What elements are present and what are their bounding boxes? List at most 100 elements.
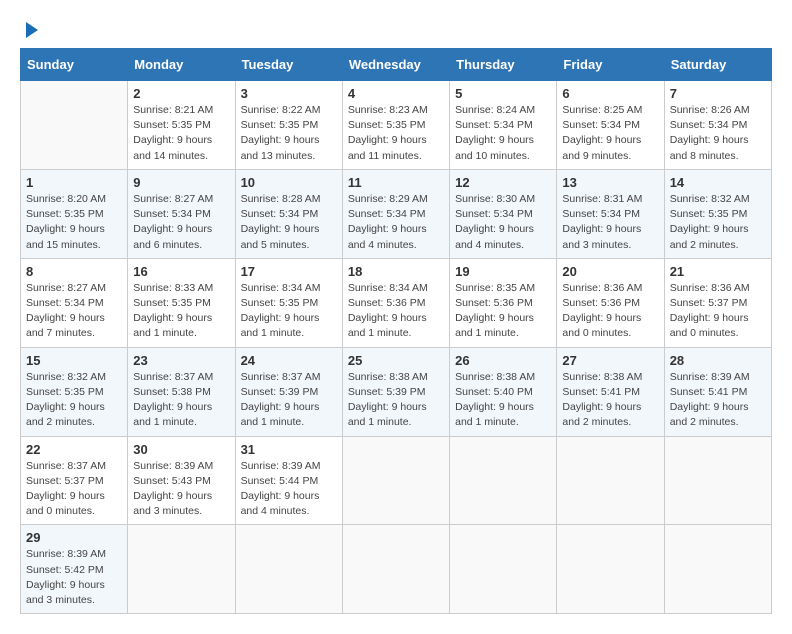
day-info: Sunrise: 8:25 AMSunset: 5:34 PMDaylight:… (562, 103, 658, 164)
day-number: 21 (670, 264, 766, 279)
day-number: 28 (670, 353, 766, 368)
day-number: 31 (241, 442, 337, 457)
day-info: Sunrise: 8:36 AMSunset: 5:37 PMDaylight:… (670, 281, 766, 342)
day-info: Sunrise: 8:36 AMSunset: 5:36 PMDaylight:… (562, 281, 658, 342)
day-info: Sunrise: 8:21 AMSunset: 5:35 PMDaylight:… (133, 103, 229, 164)
day-number: 5 (455, 86, 551, 101)
day-number: 15 (26, 353, 122, 368)
day-info: Sunrise: 8:38 AMSunset: 5:39 PMDaylight:… (348, 370, 444, 431)
calendar-cell: 12Sunrise: 8:30 AMSunset: 5:34 PMDayligh… (450, 169, 557, 258)
day-info: Sunrise: 8:37 AMSunset: 5:38 PMDaylight:… (133, 370, 229, 431)
day-number: 1 (26, 175, 122, 190)
day-number: 20 (562, 264, 658, 279)
calendar-cell: 2 Sunrise: 8:21 AMSunset: 5:35 PMDaylight… (128, 81, 235, 170)
calendar-header-row: SundayMondayTuesdayWednesdayThursdayFrid… (21, 49, 772, 81)
day-info: Sunrise: 8:22 AMSunset: 5:35 PMDaylight:… (241, 103, 337, 164)
calendar-cell: 20 Sunrise: 8:36 AMSunset: 5:36 PMDayligh… (557, 258, 664, 347)
day-number: 8 (26, 264, 122, 279)
day-number: 11 (348, 175, 444, 190)
calendar-week-5: 29 Sunrise: 8:39 AMSunset: 5:42 PMDayligh… (21, 525, 772, 614)
day-number: 26 (455, 353, 551, 368)
day-info: Sunrise: 8:37 AMSunset: 5:37 PMDaylight:… (26, 459, 122, 520)
day-number: 18 (348, 264, 444, 279)
calendar-cell (557, 436, 664, 525)
day-number: 2 (133, 86, 229, 101)
calendar-header-wednesday: Wednesday (342, 49, 449, 81)
calendar-cell (450, 525, 557, 614)
day-number: 23 (133, 353, 229, 368)
calendar-header-friday: Friday (557, 49, 664, 81)
calendar-week-0: 2 Sunrise: 8:21 AMSunset: 5:35 PMDaylight… (21, 81, 772, 170)
day-number: 27 (562, 353, 658, 368)
calendar-cell: 5Sunrise: 8:24 AMSunset: 5:34 PMDaylight… (450, 81, 557, 170)
day-info: Sunrise: 8:26 AMSunset: 5:34 PMDaylight:… (670, 103, 766, 164)
calendar-cell (342, 525, 449, 614)
day-number: 10 (241, 175, 337, 190)
calendar-week-1: 1 Sunrise: 8:20 AMSunset: 5:35 PMDaylight… (21, 169, 772, 258)
day-number: 9 (133, 175, 229, 190)
calendar-cell: 4 Sunrise: 8:23 AMSunset: 5:35 PMDaylight… (342, 81, 449, 170)
calendar-cell: 15 Sunrise: 8:32 AMSunset: 5:35 PMDayligh… (21, 347, 128, 436)
calendar-cell: 30Sunrise: 8:39 AMSunset: 5:43 PMDayligh… (128, 436, 235, 525)
day-number: 16 (133, 264, 229, 279)
day-info: Sunrise: 8:39 AMSunset: 5:44 PMDaylight:… (241, 459, 337, 520)
day-number: 19 (455, 264, 551, 279)
calendar-cell (450, 436, 557, 525)
day-number: 4 (348, 86, 444, 101)
day-info: Sunrise: 8:32 AMSunset: 5:35 PMDaylight:… (26, 370, 122, 431)
calendar-cell: 19 Sunrise: 8:35 AMSunset: 5:36 PMDayligh… (450, 258, 557, 347)
calendar-week-3: 15 Sunrise: 8:32 AMSunset: 5:35 PMDayligh… (21, 347, 772, 436)
calendar-header-saturday: Saturday (664, 49, 771, 81)
calendar-cell (557, 525, 664, 614)
day-number: 7 (670, 86, 766, 101)
day-info: Sunrise: 8:32 AMSunset: 5:35 PMDaylight:… (670, 192, 766, 253)
day-number: 13 (562, 175, 658, 190)
day-info: Sunrise: 8:39 AMSunset: 5:42 PMDaylight:… (26, 547, 122, 608)
calendar-cell: 7 Sunrise: 8:26 AMSunset: 5:34 PMDaylight… (664, 81, 771, 170)
day-number: 6 (562, 86, 658, 101)
calendar-cell: 25 Sunrise: 8:38 AMSunset: 5:39 PMDayligh… (342, 347, 449, 436)
calendar-cell: 11Sunrise: 8:29 AMSunset: 5:34 PMDayligh… (342, 169, 449, 258)
calendar-cell: 9 Sunrise: 8:27 AMSunset: 5:34 PMDaylight… (128, 169, 235, 258)
day-info: Sunrise: 8:39 AMSunset: 5:41 PMDaylight:… (670, 370, 766, 431)
calendar-cell: 24Sunrise: 8:37 AMSunset: 5:39 PMDayligh… (235, 347, 342, 436)
calendar-cell: 17Sunrise: 8:34 AMSunset: 5:35 PMDayligh… (235, 258, 342, 347)
calendar-cell: 1 Sunrise: 8:20 AMSunset: 5:35 PMDaylight… (21, 169, 128, 258)
calendar-cell (128, 525, 235, 614)
day-info: Sunrise: 8:28 AMSunset: 5:34 PMDaylight:… (241, 192, 337, 253)
day-info: Sunrise: 8:27 AMSunset: 5:34 PMDaylight:… (133, 192, 229, 253)
day-info: Sunrise: 8:27 AMSunset: 5:34 PMDaylight:… (26, 281, 122, 342)
day-info: Sunrise: 8:35 AMSunset: 5:36 PMDaylight:… (455, 281, 551, 342)
calendar-header-tuesday: Tuesday (235, 49, 342, 81)
calendar-cell: 8 Sunrise: 8:27 AMSunset: 5:34 PMDaylight… (21, 258, 128, 347)
day-info: Sunrise: 8:34 AMSunset: 5:36 PMDaylight:… (348, 281, 444, 342)
calendar-cell: 6 Sunrise: 8:25 AMSunset: 5:34 PMDaylight… (557, 81, 664, 170)
calendar-cell: 28 Sunrise: 8:39 AMSunset: 5:41 PMDayligh… (664, 347, 771, 436)
calendar-header-thursday: Thursday (450, 49, 557, 81)
calendar-cell: 14Sunrise: 8:32 AMSunset: 5:35 PMDayligh… (664, 169, 771, 258)
calendar-cell: 21 Sunrise: 8:36 AMSunset: 5:37 PMDayligh… (664, 258, 771, 347)
calendar-cell (342, 436, 449, 525)
calendar-week-2: 8 Sunrise: 8:27 AMSunset: 5:34 PMDaylight… (21, 258, 772, 347)
calendar-cell: 10 Sunrise: 8:28 AMSunset: 5:34 PMDayligh… (235, 169, 342, 258)
day-info: Sunrise: 8:33 AMSunset: 5:35 PMDaylight:… (133, 281, 229, 342)
calendar-cell: 29 Sunrise: 8:39 AMSunset: 5:42 PMDayligh… (21, 525, 128, 614)
day-info: Sunrise: 8:38 AMSunset: 5:41 PMDaylight:… (562, 370, 658, 431)
day-number: 12 (455, 175, 551, 190)
day-info: Sunrise: 8:20 AMSunset: 5:35 PMDaylight:… (26, 192, 122, 253)
calendar-cell (21, 81, 128, 170)
calendar-cell (664, 525, 771, 614)
calendar-cell: 16 Sunrise: 8:33 AMSunset: 5:35 PMDayligh… (128, 258, 235, 347)
day-info: Sunrise: 8:37 AMSunset: 5:39 PMDaylight:… (241, 370, 337, 431)
day-number: 17 (241, 264, 337, 279)
calendar-cell: 27 Sunrise: 8:38 AMSunset: 5:41 PMDayligh… (557, 347, 664, 436)
day-number: 29 (26, 530, 122, 545)
day-info: Sunrise: 8:23 AMSunset: 5:35 PMDaylight:… (348, 103, 444, 164)
calendar-cell: 13Sunrise: 8:31 AMSunset: 5:34 PMDayligh… (557, 169, 664, 258)
calendar-cell: 31 Sunrise: 8:39 AMSunset: 5:44 PMDayligh… (235, 436, 342, 525)
calendar-header-sunday: Sunday (21, 49, 128, 81)
calendar-cell: 22Sunrise: 8:37 AMSunset: 5:37 PMDayligh… (21, 436, 128, 525)
day-number: 3 (241, 86, 337, 101)
calendar-cell (664, 436, 771, 525)
day-number: 25 (348, 353, 444, 368)
